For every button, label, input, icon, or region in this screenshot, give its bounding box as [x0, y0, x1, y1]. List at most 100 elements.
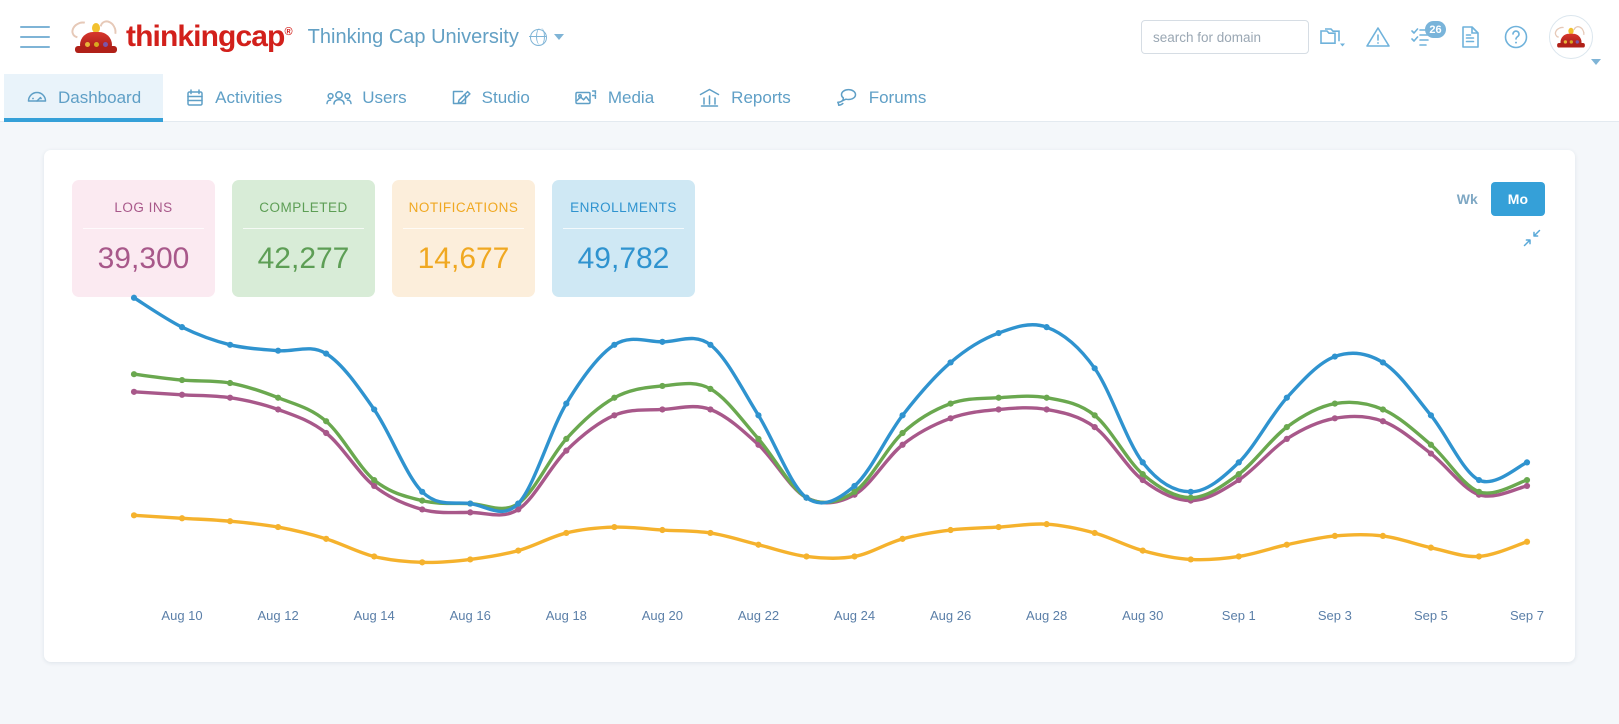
- chart-data-point[interactable]: [995, 329, 1002, 337]
- chart-data-point[interactable]: [419, 559, 426, 566]
- tab-users[interactable]: Users: [304, 74, 428, 121]
- tab-dashboard[interactable]: Dashboard: [4, 74, 164, 122]
- chart-data-point[interactable]: [1187, 494, 1194, 501]
- chart-data-point[interactable]: [1475, 553, 1483, 560]
- chart-data-point[interactable]: [1091, 365, 1098, 372]
- chart-data-point[interactable]: [1427, 544, 1435, 551]
- chart-data-point[interactable]: [803, 494, 810, 501]
- chart-data-point[interactable]: [323, 429, 330, 437]
- chart-data-point[interactable]: [1427, 450, 1435, 457]
- chart-data-point[interactable]: [1379, 532, 1386, 539]
- chart-data-point[interactable]: [707, 341, 714, 348]
- chart-data-point[interactable]: [467, 556, 474, 563]
- chart-data-point[interactable]: [611, 412, 618, 419]
- chart-data-point[interactable]: [419, 497, 426, 504]
- chart-data-point[interactable]: [1331, 400, 1338, 407]
- chart-data-point[interactable]: [467, 509, 474, 516]
- chart-data-point[interactable]: [275, 523, 282, 531]
- chart-data-point[interactable]: [275, 394, 282, 401]
- chart-data-point[interactable]: [1283, 435, 1290, 442]
- tab-studio[interactable]: Studio: [429, 74, 552, 121]
- chart-data-point[interactable]: [899, 429, 906, 437]
- chart-data-point[interactable]: [1379, 406, 1386, 413]
- chart-data-point[interactable]: [659, 338, 666, 345]
- chart-data-point[interactable]: [899, 412, 906, 419]
- chart-data-point[interactable]: [851, 553, 858, 560]
- chart-data-point[interactable]: [1475, 488, 1483, 495]
- avatar-chevron-down-icon[interactable]: [1591, 59, 1601, 65]
- chart-data-point[interactable]: [130, 371, 138, 378]
- chart-data-point[interactable]: [226, 341, 234, 348]
- chart-data-point[interactable]: [659, 406, 666, 413]
- chart-data-point[interactable]: [1235, 476, 1242, 484]
- chart-data-point[interactable]: [995, 394, 1002, 401]
- tab-media[interactable]: Media: [552, 74, 676, 121]
- help-circle-icon[interactable]: [1493, 14, 1539, 60]
- chart-data-point[interactable]: [755, 412, 762, 419]
- chart-data-point[interactable]: [1235, 459, 1242, 466]
- chart-data-point[interactable]: [1523, 482, 1531, 490]
- chart-data-point[interactable]: [1139, 459, 1146, 466]
- chart-data-point[interactable]: [1091, 424, 1098, 431]
- chart-data-point[interactable]: [1523, 459, 1531, 466]
- chart-data-point[interactable]: [803, 553, 810, 560]
- period-week-button[interactable]: Wk: [1444, 183, 1491, 215]
- chart-data-point[interactable]: [130, 512, 138, 519]
- search-input[interactable]: [1141, 20, 1309, 54]
- chart-data-point[interactable]: [515, 500, 522, 507]
- chart-data-point[interactable]: [851, 482, 858, 490]
- chart-data-point[interactable]: [178, 391, 186, 398]
- chart-data-point[interactable]: [515, 547, 522, 554]
- chart-data-point[interactable]: [1379, 359, 1386, 366]
- chart-data-point[interactable]: [947, 400, 954, 407]
- tab-reports[interactable]: Reports: [676, 74, 813, 121]
- chart-data-point[interactable]: [275, 406, 282, 413]
- chart-data-point[interactable]: [707, 406, 714, 413]
- chart-data-point[interactable]: [1427, 441, 1435, 448]
- brand-logo[interactable]: thinkingcap®: [68, 17, 293, 54]
- chart-data-point[interactable]: [371, 476, 378, 484]
- chart-data-point[interactable]: [1523, 538, 1531, 545]
- chart-data-point[interactable]: [130, 294, 138, 301]
- chart-data-point[interactable]: [371, 553, 378, 560]
- chart-data-point[interactable]: [947, 359, 954, 366]
- chart-data-point[interactable]: [1427, 412, 1435, 419]
- chart-data-point[interactable]: [755, 541, 762, 548]
- globe-icon[interactable]: [529, 27, 547, 46]
- chart-data-point[interactable]: [611, 523, 618, 531]
- chart-data-point[interactable]: [563, 529, 570, 537]
- chart-data-point[interactable]: [707, 385, 714, 392]
- chart-data-point[interactable]: [755, 435, 762, 442]
- chart-data-point[interactable]: [563, 447, 570, 454]
- chart-data-point[interactable]: [323, 350, 330, 357]
- chart-data-point[interactable]: [226, 518, 234, 525]
- chart-data-point[interactable]: [371, 406, 378, 413]
- chart-data-point[interactable]: [226, 394, 234, 401]
- checklist-icon[interactable]: 26: [1401, 14, 1447, 60]
- chart-data-point[interactable]: [178, 324, 186, 331]
- chart-data-point[interactable]: [1091, 412, 1098, 419]
- hamburger-icon[interactable]: [20, 26, 50, 48]
- chart-data-point[interactable]: [275, 347, 282, 354]
- chart-data-point[interactable]: [467, 500, 474, 507]
- chart-data-point[interactable]: [1043, 521, 1050, 528]
- chevron-down-icon[interactable]: [553, 34, 564, 40]
- chart-data-point[interactable]: [1235, 553, 1242, 560]
- chart-data-point[interactable]: [563, 435, 570, 442]
- chart-data-point[interactable]: [1187, 488, 1194, 495]
- chart-data-point[interactable]: [707, 529, 714, 537]
- tab-activities[interactable]: Activities: [163, 74, 304, 121]
- chart-data-point[interactable]: [1235, 471, 1242, 478]
- chart-data-point[interactable]: [130, 388, 138, 395]
- chart-data-point[interactable]: [178, 376, 186, 384]
- chart-data-point[interactable]: [226, 379, 234, 387]
- chart-data-point[interactable]: [1475, 476, 1483, 484]
- chart-data-point[interactable]: [611, 341, 618, 348]
- warning-triangle-icon[interactable]: [1355, 14, 1401, 60]
- chart-data-point[interactable]: [995, 406, 1002, 413]
- chart-data-point[interactable]: [1139, 547, 1146, 554]
- chart-data-point[interactable]: [1523, 476, 1531, 484]
- chart-data-point[interactable]: [563, 400, 570, 407]
- chart-data-point[interactable]: [1331, 415, 1338, 422]
- chart-data-point[interactable]: [995, 523, 1002, 531]
